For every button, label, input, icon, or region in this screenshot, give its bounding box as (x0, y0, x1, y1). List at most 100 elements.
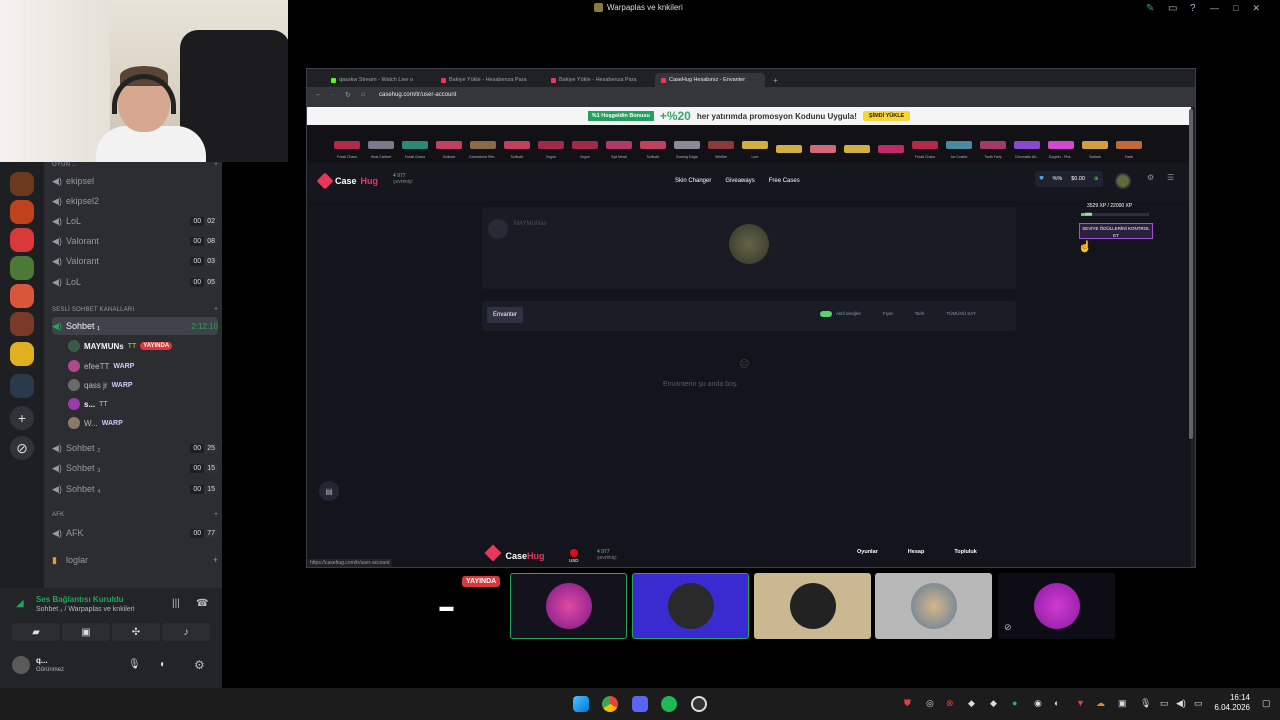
discord-icon[interactable] (632, 696, 648, 712)
drop-item[interactable] (773, 125, 805, 161)
participant-tile[interactable] (510, 573, 627, 639)
drop-item[interactable]: Vogue (569, 125, 601, 161)
footer-games[interactable]: Oyunlar (857, 549, 878, 555)
inventory-tab[interactable]: Envanter (487, 307, 524, 323)
explore-icon[interactable]: ⊘ (10, 436, 34, 460)
tray-app-icon[interactable]: ⊗ (946, 698, 954, 709)
category-header[interactable]: OYUN .. + (52, 162, 218, 168)
browser-tab[interactable]: Bakiye Yükle - Hesabenza Para (435, 73, 545, 87)
menu-icon[interactable]: ☰ (1167, 173, 1174, 182)
nav-skin-changer[interactable]: Skin Changer (675, 178, 711, 184)
participant-tile[interactable] (632, 573, 749, 639)
shield-icon[interactable]: ⛊ (904, 698, 911, 709)
add-balance-icon[interactable]: ⊕ (1094, 176, 1099, 182)
spotify-tray-icon[interactable]: ● (1012, 698, 1017, 708)
windows-start-icon[interactable] (573, 696, 589, 712)
participant-tile[interactable] (998, 573, 1115, 639)
drop-item[interactable]: Soaring Eagle (671, 125, 703, 161)
cloud-icon[interactable]: ☁ (1096, 698, 1105, 709)
channel-afk[interactable]: ◀) AFK 00 77 (52, 524, 218, 542)
sell-all-button[interactable]: TÜMÜNÜ SAT (947, 311, 976, 316)
obs-icon[interactable] (691, 696, 707, 712)
footer-logo[interactable]: CaseHug (484, 544, 545, 562)
microphone-icon[interactable]: 🎙 (128, 659, 141, 670)
participant-tile[interactable] (875, 573, 992, 639)
drop-item[interactable] (841, 125, 873, 161)
noise-suppression-icon[interactable]: ||| (172, 598, 180, 609)
drop-item[interactable]: Chromatic Ab... (1011, 125, 1043, 161)
tray-app-icon[interactable]: ◎ (926, 698, 934, 709)
drop-item[interactable]: Tooth Fairy (977, 125, 1009, 161)
channel-ekipsel[interactable]: ◀) ekipsel (52, 172, 218, 190)
voice-user[interactable]: W... WARP (68, 414, 218, 432)
voice-category-header[interactable]: SESLİ SOHBET KANALLARI + (52, 307, 218, 313)
microphone-icon[interactable]: 🎙 (1140, 698, 1151, 709)
server-icon[interactable] (10, 312, 34, 336)
channel-sohbet-3[interactable]: ◀) Sohbet ₃ 00 15 (52, 459, 218, 477)
new-tab-icon[interactable]: + (765, 76, 786, 87)
server-icon[interactable] (10, 228, 34, 252)
casehug-logo[interactable]: Case Hug (316, 172, 378, 190)
activities-button[interactable]: ✣ (112, 623, 160, 641)
browser-tab-active[interactable]: CaseHug Hesabınız - Envanter (655, 73, 765, 87)
settings-icon[interactable]: ⚙ (1147, 173, 1154, 182)
promo-banner[interactable]: %1 Hoşgeldin Bonusu +%20 her yatırımda p… (307, 107, 1191, 125)
nvidia-icon[interactable]: ◆ (968, 698, 975, 709)
forward-icon[interactable]: → (329, 91, 336, 98)
add-server-icon[interactable]: + (10, 406, 34, 430)
drop-item[interactable]: Vogue (535, 125, 567, 161)
voice-user[interactable]: MAYMUNs TT YAYINDA (68, 337, 218, 355)
soundboard-button[interactable]: ♪ (162, 623, 210, 641)
drop-item[interactable]: Gravestone Rev... (467, 125, 499, 161)
close-icon[interactable]: ✕ (1252, 3, 1260, 14)
voice-status[interactable]: Ses Bağlantısı Kuruldu (36, 595, 124, 604)
back-icon[interactable]: ← (315, 91, 322, 98)
channel-valorant[interactable]: ◀) Valorant 00 08 (52, 232, 218, 250)
drop-item[interactable]: Doppler - Pha... (1045, 125, 1077, 161)
drop-item[interactable]: Fossil Chaos (331, 125, 363, 161)
drop-item[interactable]: Fossil Chaos (909, 125, 941, 161)
spotify-icon[interactable] (661, 696, 677, 712)
server-icon[interactable] (10, 256, 34, 280)
server-icon[interactable] (10, 284, 34, 308)
drop-item[interactable]: Solitude (433, 125, 465, 161)
server-icon[interactable] (10, 172, 34, 196)
server-folder-icon[interactable] (10, 374, 34, 398)
clock[interactable]: 16:14 6.04.2026 (1214, 693, 1250, 713)
drop-item[interactable]: Solitude (501, 125, 533, 161)
participant-tile[interactable] (754, 573, 871, 639)
active-items-toggle[interactable] (820, 311, 832, 317)
stream-view[interactable]: qasskw Stream - Watch Live o Bakiye Yükl… (306, 68, 1196, 568)
channel-ekipsel2[interactable]: ◀) ekipsel2 (52, 192, 218, 210)
drop-item[interactable]: Fossil Chaos (399, 125, 431, 161)
url-field[interactable]: casehug.com/tr/user-account (379, 92, 456, 98)
currency-selector[interactable]: USD (569, 549, 579, 563)
scrollbar[interactable] (1189, 109, 1193, 439)
drop-item[interactable]: Heat Cabinet (365, 125, 397, 161)
drop-item[interactable]: Ice Coaled (943, 125, 975, 161)
afk-category-header[interactable]: AFK + (52, 512, 218, 518)
footer-community[interactable]: Topluluk (954, 549, 977, 555)
browser-tab[interactable]: qasskw Stream - Watch Live o (325, 73, 435, 87)
drop-item[interactable] (875, 125, 907, 161)
drop-item[interactable]: Fade (1113, 125, 1145, 161)
screen-share-button[interactable]: ▣ (62, 623, 110, 641)
gear-icon[interactable]: ⚙ (194, 658, 205, 672)
avatar[interactable] (12, 656, 30, 674)
nitro-icon[interactable]: ✎ (1146, 3, 1154, 14)
tray-app-icon[interactable]: ▼ (1076, 698, 1085, 708)
camera-button[interactable]: ▰ (12, 623, 60, 641)
date-sort[interactable]: Tarih (915, 311, 925, 316)
price-sort[interactable]: Fiyat (883, 311, 893, 316)
steam-icon[interactable]: ◐ (1054, 698, 1059, 708)
drop-item[interactable]: Solitare (1079, 125, 1111, 161)
level-rewards-button[interactable]: SEVİYE ÖDÜLLERİNİ KONTROL ET (1079, 223, 1153, 239)
voice-user[interactable]: qass jr WARP (68, 376, 218, 394)
voice-user[interactable]: efeeTT WARP (68, 357, 218, 375)
minimize-icon[interactable]: — (1210, 3, 1219, 14)
channel-valorant-2[interactable]: ◀) Valorant 00 03 (52, 252, 218, 270)
maximize-icon[interactable]: □ (1233, 3, 1238, 14)
help-icon[interactable]: ? (1190, 3, 1196, 14)
drop-item[interactable] (807, 125, 839, 161)
drop-item[interactable]: Solitude (637, 125, 669, 161)
